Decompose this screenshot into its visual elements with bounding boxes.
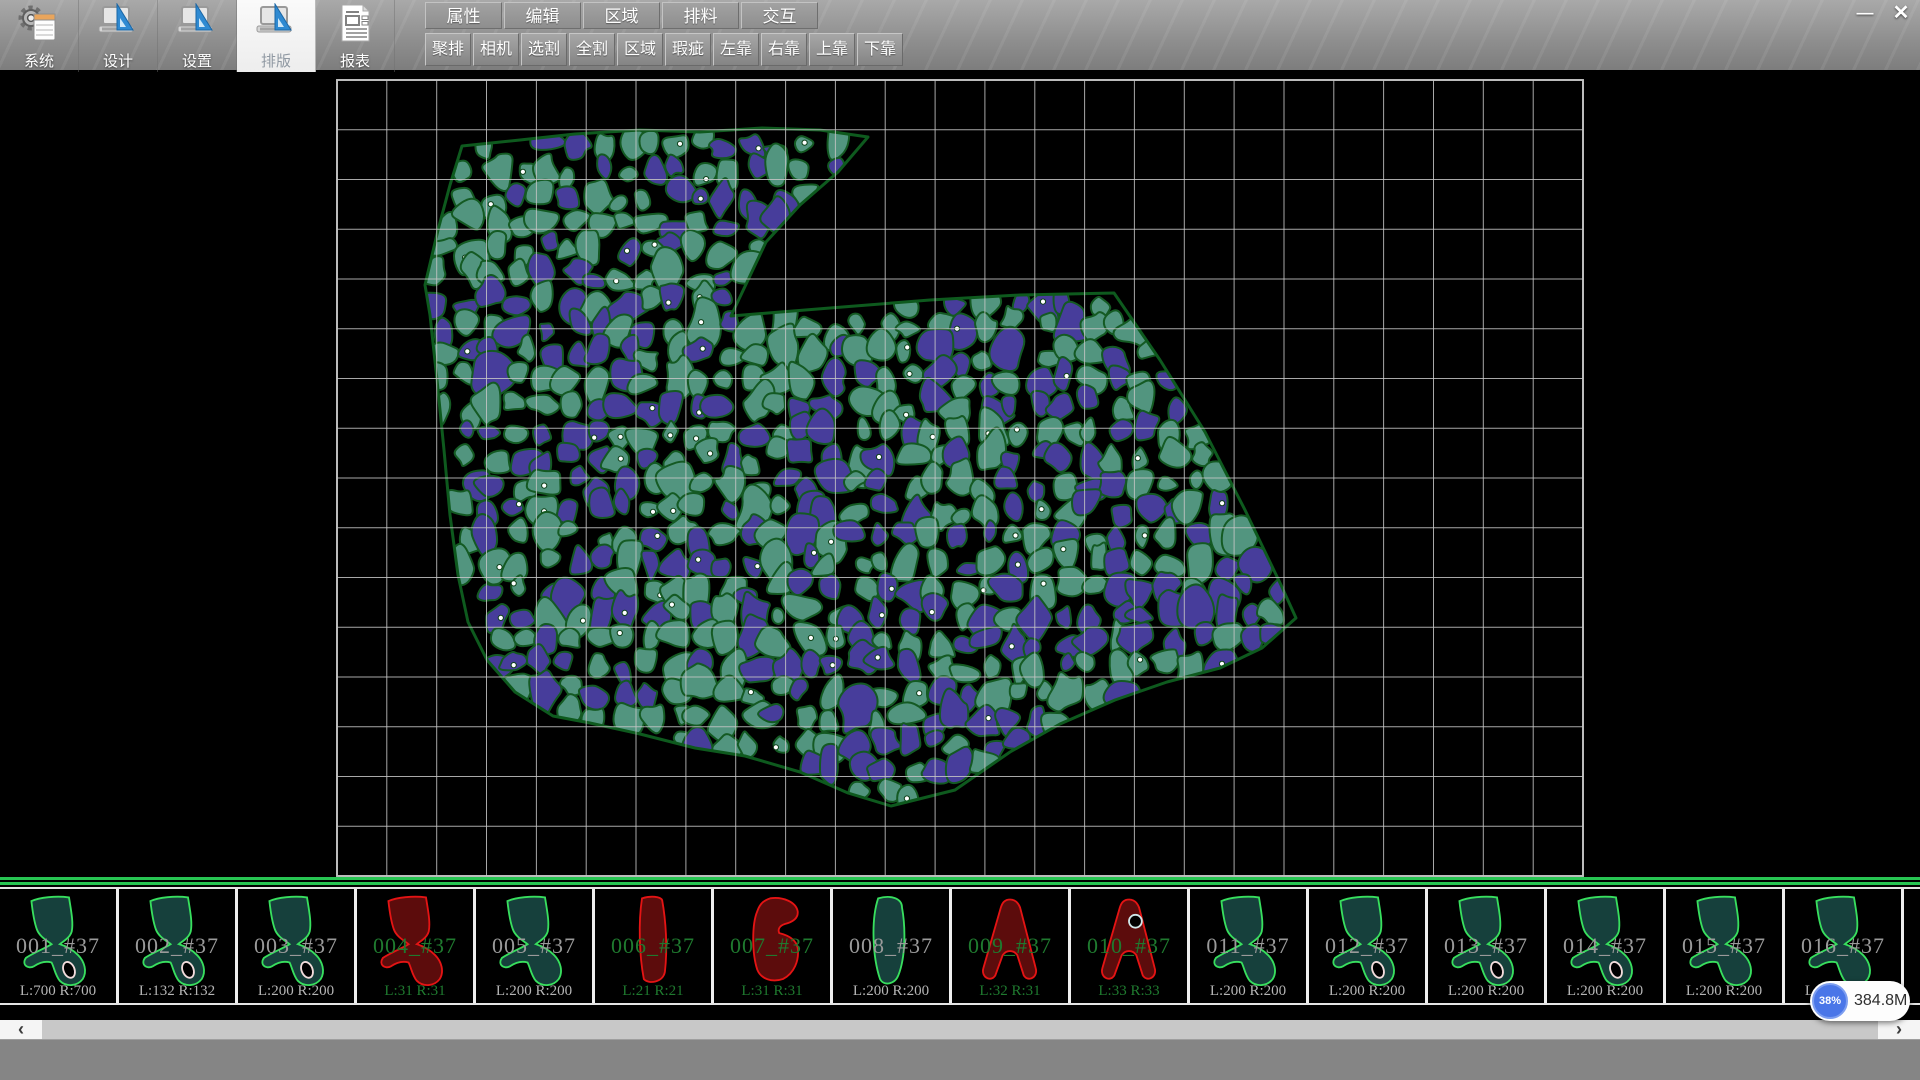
action-button-camera[interactable]: 相机 xyxy=(473,33,519,66)
piece-name: 008_#37 xyxy=(833,933,949,959)
piece-name: 010_#37 xyxy=(1071,933,1187,959)
piece-thumbnail-013_#37[interactable]: 013_#37 L:200 R:200 xyxy=(1428,889,1547,1003)
tab-properties[interactable]: 属性 xyxy=(425,2,502,29)
piece-thumbnail-012_#37[interactable]: 012_#37 L:200 R:200 xyxy=(1309,889,1428,1003)
piece-thumbnail-004_#37[interactable]: 004_#37 L:31 R:31 xyxy=(357,889,476,1003)
piece-thumbnail-014_#37[interactable]: 014_#37 L:200 R:200 xyxy=(1547,889,1666,1003)
piece-lr-count: L:200 R:200 xyxy=(1309,983,1425,1000)
icon-button-label: 设置 xyxy=(182,50,212,71)
icon-button-label: 系统 xyxy=(24,50,54,71)
tab-interactive[interactable]: 交互 xyxy=(741,2,818,29)
scrollbar-track[interactable] xyxy=(42,1020,1878,1039)
progress-badge[interactable]: 38% 384.8M xyxy=(1810,981,1910,1021)
action-button-snap-right[interactable]: 右靠 xyxy=(761,33,807,66)
piece-name: 005_#37 xyxy=(476,933,592,959)
piece-name: 009_#37 xyxy=(952,933,1068,959)
piece-thumbnail-002_#37[interactable]: 002_#37 L:132 R:132 xyxy=(119,889,238,1003)
tab-nesting[interactable]: 排料 xyxy=(662,2,739,29)
piece-name: 013_#37 xyxy=(1428,933,1544,959)
scroll-left-button[interactable]: ‹ xyxy=(0,1020,42,1039)
piece-name: 003_#37 xyxy=(238,933,354,959)
piece-name: 007_#37 xyxy=(714,933,830,959)
piece-name: 001_#37 xyxy=(0,933,116,959)
toolbar: 系统设计设置排版报表 属性编辑区域排料交互 聚排相机选割全割区域瑕疵左靠右靠上靠… xyxy=(0,0,1920,73)
piece-thumbnail-strip: 001_#37L:700 R:700002_#37L:132 R:132003_… xyxy=(0,887,1920,1005)
icon-button-label: 报表 xyxy=(340,50,370,71)
action-button-snap-top[interactable]: 上靠 xyxy=(809,33,855,66)
piece-name: 002_#37 xyxy=(119,933,235,959)
piece-lr-count: L:21 R:21 xyxy=(595,983,711,1000)
piece-lr-count: L:200 R:200 xyxy=(1547,983,1663,1000)
piece-lr-count: L:200 R:200 xyxy=(1428,983,1544,1000)
piece-name: 016_#37 xyxy=(1785,933,1901,959)
main-icon-buttons: 系统 设计 设置 排版 报表 xyxy=(0,0,395,72)
horizontal-scrollbar: ‹ › xyxy=(0,1020,1920,1039)
close-button[interactable]: ✕ xyxy=(1888,2,1914,24)
action-button-snap-bottom[interactable]: 下靠 xyxy=(857,33,903,66)
nested-pieces-layer xyxy=(417,117,1284,808)
menu-column: 属性编辑区域排料交互 聚排相机选割全割区域瑕疵左靠右靠上靠下靠 xyxy=(425,0,905,70)
application-window: 系统设计设置排版报表 属性编辑区域排料交互 聚排相机选割全割区域瑕疵左靠右靠上靠… xyxy=(0,0,1920,1080)
status-bar xyxy=(0,1039,1920,1080)
piece-name: 011_#37 xyxy=(1190,933,1306,959)
piece-thumbnail-006_#37[interactable]: 006_#37 L:21 R:21 xyxy=(595,889,714,1003)
piece-lr-count: L:32 R:31 xyxy=(952,983,1068,1000)
piece-shape xyxy=(1908,891,1920,1001)
icon-button-system[interactable]: 系统 xyxy=(0,0,79,72)
piece-lr-count: L:200 R:200 xyxy=(1666,983,1782,1000)
action-button-select-cut[interactable]: 选割 xyxy=(521,33,567,66)
icon-button-label: 设计 xyxy=(103,50,133,71)
piece-thumbnail-011_#37[interactable]: 011_#37 L:200 R:200 xyxy=(1190,889,1309,1003)
action-buttons: 聚排相机选割全割区域瑕疵左靠右靠上靠下靠 xyxy=(425,33,905,70)
piece-lr-count: L:132 R:132 xyxy=(119,983,235,1000)
menu-tabs: 属性编辑区域排料交互 xyxy=(425,0,905,32)
piece-thumbnail-015_#37[interactable]: 015_#37 L:200 R:200 xyxy=(1666,889,1785,1003)
icon-button-design[interactable]: 设计 xyxy=(79,0,158,72)
piece-thumbnail-008_#37[interactable]: 008_#37 L:200 R:200 xyxy=(833,889,952,1003)
piece-lr-count: L:200 R:200 xyxy=(833,983,949,1000)
piece-thumbnail-003_#37[interactable]: 003_#37 L:200 R:200 xyxy=(238,889,357,1003)
icon-button-layout[interactable]: 排版 xyxy=(237,0,316,72)
piece-name: 014_#37 xyxy=(1547,933,1663,959)
piece-thumbnail-001_#37[interactable]: 001_#37 L:700 R:700 xyxy=(0,889,119,1003)
piece-thumbnail-009_#37[interactable]: 009_#37 L:32 R:31 xyxy=(952,889,1071,1003)
scroll-right-button[interactable]: › xyxy=(1878,1020,1920,1039)
icon-button-settings[interactable]: 设置 xyxy=(158,0,237,72)
action-button-region[interactable]: 区域 xyxy=(617,33,663,66)
piece-thumbnail-005_#37[interactable]: 005_#37 L:200 R:200 xyxy=(476,889,595,1003)
progress-percent-circle: 38% xyxy=(1812,983,1848,1019)
ruler-laptop-icon xyxy=(254,3,298,48)
action-button-cluster-nest[interactable]: 聚排 xyxy=(425,33,471,66)
action-button-cut-all[interactable]: 全割 xyxy=(569,33,615,66)
thumbnail-separator xyxy=(0,877,1920,887)
progress-size-label: 384.8M xyxy=(1854,981,1907,1021)
piece-lr-count: L:31 R:31 xyxy=(714,983,830,1000)
piece-thumbnail-007_#37[interactable]: 007_#37 L:31 R:31 xyxy=(714,889,833,1003)
piece-lr-count: L:200 R:200 xyxy=(1190,983,1306,1000)
tab-edit[interactable]: 编辑 xyxy=(504,2,581,29)
icon-button-report[interactable]: 报表 xyxy=(316,0,395,72)
piece-name: 012_#37 xyxy=(1309,933,1425,959)
ruler-laptop-icon xyxy=(96,3,140,48)
tab-region[interactable]: 区域 xyxy=(583,2,660,29)
ruler-laptop-icon xyxy=(175,3,219,48)
piece-lr-count: L:33 R:33 xyxy=(1071,983,1187,1000)
hide-nesting-svg xyxy=(0,70,1920,880)
piece-lr-count: L:31 R:31 xyxy=(357,983,473,1000)
icon-button-label: 排版 xyxy=(261,50,291,71)
gear-spreadsheet-icon xyxy=(17,3,61,48)
piece-name: 004_#37 xyxy=(357,933,473,959)
piece-name: 015_#37 xyxy=(1666,933,1782,959)
piece-lr-count: L:700 R:700 xyxy=(0,983,116,1000)
nesting-canvas[interactable] xyxy=(0,70,1920,880)
action-button-defect[interactable]: 瑕疵 xyxy=(665,33,711,66)
piece-thumbnail-010_#37[interactable]: 010_#37 L:33 R:33 xyxy=(1071,889,1190,1003)
piece-name: 006_#37 xyxy=(595,933,711,959)
piece-lr-count: L:200 R:200 xyxy=(238,983,354,1000)
minimize-button[interactable]: — xyxy=(1852,2,1878,24)
report-document-icon xyxy=(333,3,377,48)
action-button-snap-left[interactable]: 左靠 xyxy=(713,33,759,66)
piece-lr-count: L:200 R:200 xyxy=(476,983,592,1000)
window-controls: — ✕ xyxy=(1852,2,1914,24)
